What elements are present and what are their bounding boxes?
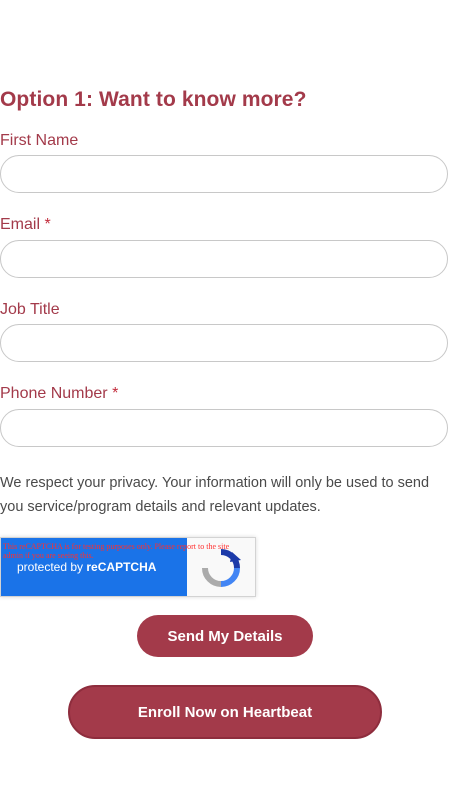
job-title-input[interactable] (0, 324, 448, 362)
job-title-label: Job Title (0, 301, 60, 319)
first-name-label-text: First Name (0, 132, 79, 149)
recaptcha-logo-icon (202, 549, 241, 587)
required-asterisk: * (44, 216, 51, 233)
recaptcha-protected-text: protected by reCAPTCHA (17, 560, 156, 574)
phone-number-input[interactable] (0, 409, 448, 447)
enroll-now-button[interactable]: Enroll Now on Heartbeat (68, 685, 382, 739)
first-name-label: First Name (0, 132, 78, 150)
first-name-input[interactable] (0, 155, 448, 193)
required-asterisk: * (112, 385, 119, 402)
phone-number-label-text: Phone Number (0, 385, 108, 402)
email-input[interactable] (0, 240, 448, 278)
recaptcha-widget[interactable]: This reCAPTCHA is for testing purposes o… (0, 537, 256, 597)
email-label-text: Email (0, 216, 41, 233)
send-my-details-button[interactable]: Send My Details (137, 615, 313, 657)
privacy-note: We respect your privacy. Your informatio… (0, 475, 430, 515)
form-heading: Option 1: Want to know more? (0, 88, 307, 111)
phone-number-label: Phone Number * (0, 385, 118, 403)
recaptcha-protected-by: protected by (17, 560, 84, 574)
job-title-label-text: Job Title (0, 301, 60, 318)
recaptcha-brand: reCAPTCHA (86, 560, 157, 574)
email-label: Email * (0, 216, 51, 234)
